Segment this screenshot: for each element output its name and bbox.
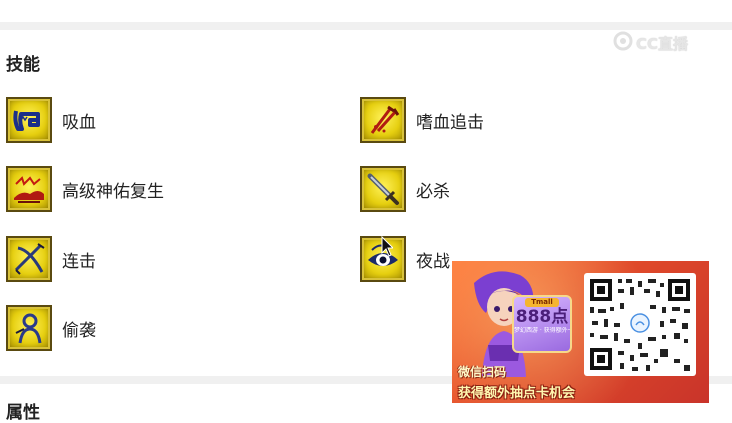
skill-name: 嗜血追击 [416, 112, 484, 133]
watermark: CC直播 [612, 30, 688, 56]
skill-item[interactable]: 高级神佑复生 [6, 164, 164, 214]
prize-amount: 888点 [515, 307, 569, 327]
prize-tag: Tmall [525, 298, 559, 307]
qr-code-icon [590, 279, 690, 371]
skill-name: 连击 [62, 251, 96, 272]
combo-strike-icon [6, 236, 52, 282]
prize-card: Tmall 888点 梦幻西游 · 获得额外一次 [512, 295, 572, 353]
ad-headline: 获得额外抽点卡机会 [458, 386, 576, 401]
promo-ad-banner[interactable]: Tmall 888点 梦幻西游 · 获得额外一次 微信扫码 获得额外抽点卡机会 [452, 261, 709, 403]
prize-subtitle: 梦幻西游 · 获得额外一次 [514, 327, 570, 334]
skill-item[interactable]: 连击 [6, 234, 96, 284]
skill-name: 夜战 [416, 251, 450, 272]
skill-item[interactable]: 夜战 [360, 234, 450, 284]
skill-name: 吸血 [62, 112, 96, 133]
mouse-cursor-icon [381, 236, 393, 257]
skill-name: 必杀 [416, 181, 450, 202]
skill-item[interactable]: 嗜血追击 [360, 95, 484, 145]
qr-code[interactable] [584, 273, 696, 376]
watermark-text: CC直播 [636, 34, 689, 53]
ad-scan-text: 微信扫码 [458, 365, 507, 379]
sneak-attack-icon [6, 305, 52, 351]
skill-name: 高级神佑复生 [62, 181, 164, 202]
divine-revive-icon [6, 166, 52, 212]
blood-suck-icon [6, 97, 52, 143]
skill-name: 偷袭 [62, 320, 96, 341]
skill-item[interactable]: 必杀 [360, 164, 450, 214]
section-title: 技能 [6, 55, 40, 75]
sword-icon [360, 166, 406, 212]
blood-pursuit-icon [360, 97, 406, 143]
cc-logo-icon [612, 30, 636, 56]
skill-item[interactable]: 偷袭 [6, 303, 96, 353]
next-section-title: 属性 [6, 403, 40, 423]
top-divider [0, 22, 732, 30]
skill-item[interactable]: 吸血 [6, 95, 96, 145]
